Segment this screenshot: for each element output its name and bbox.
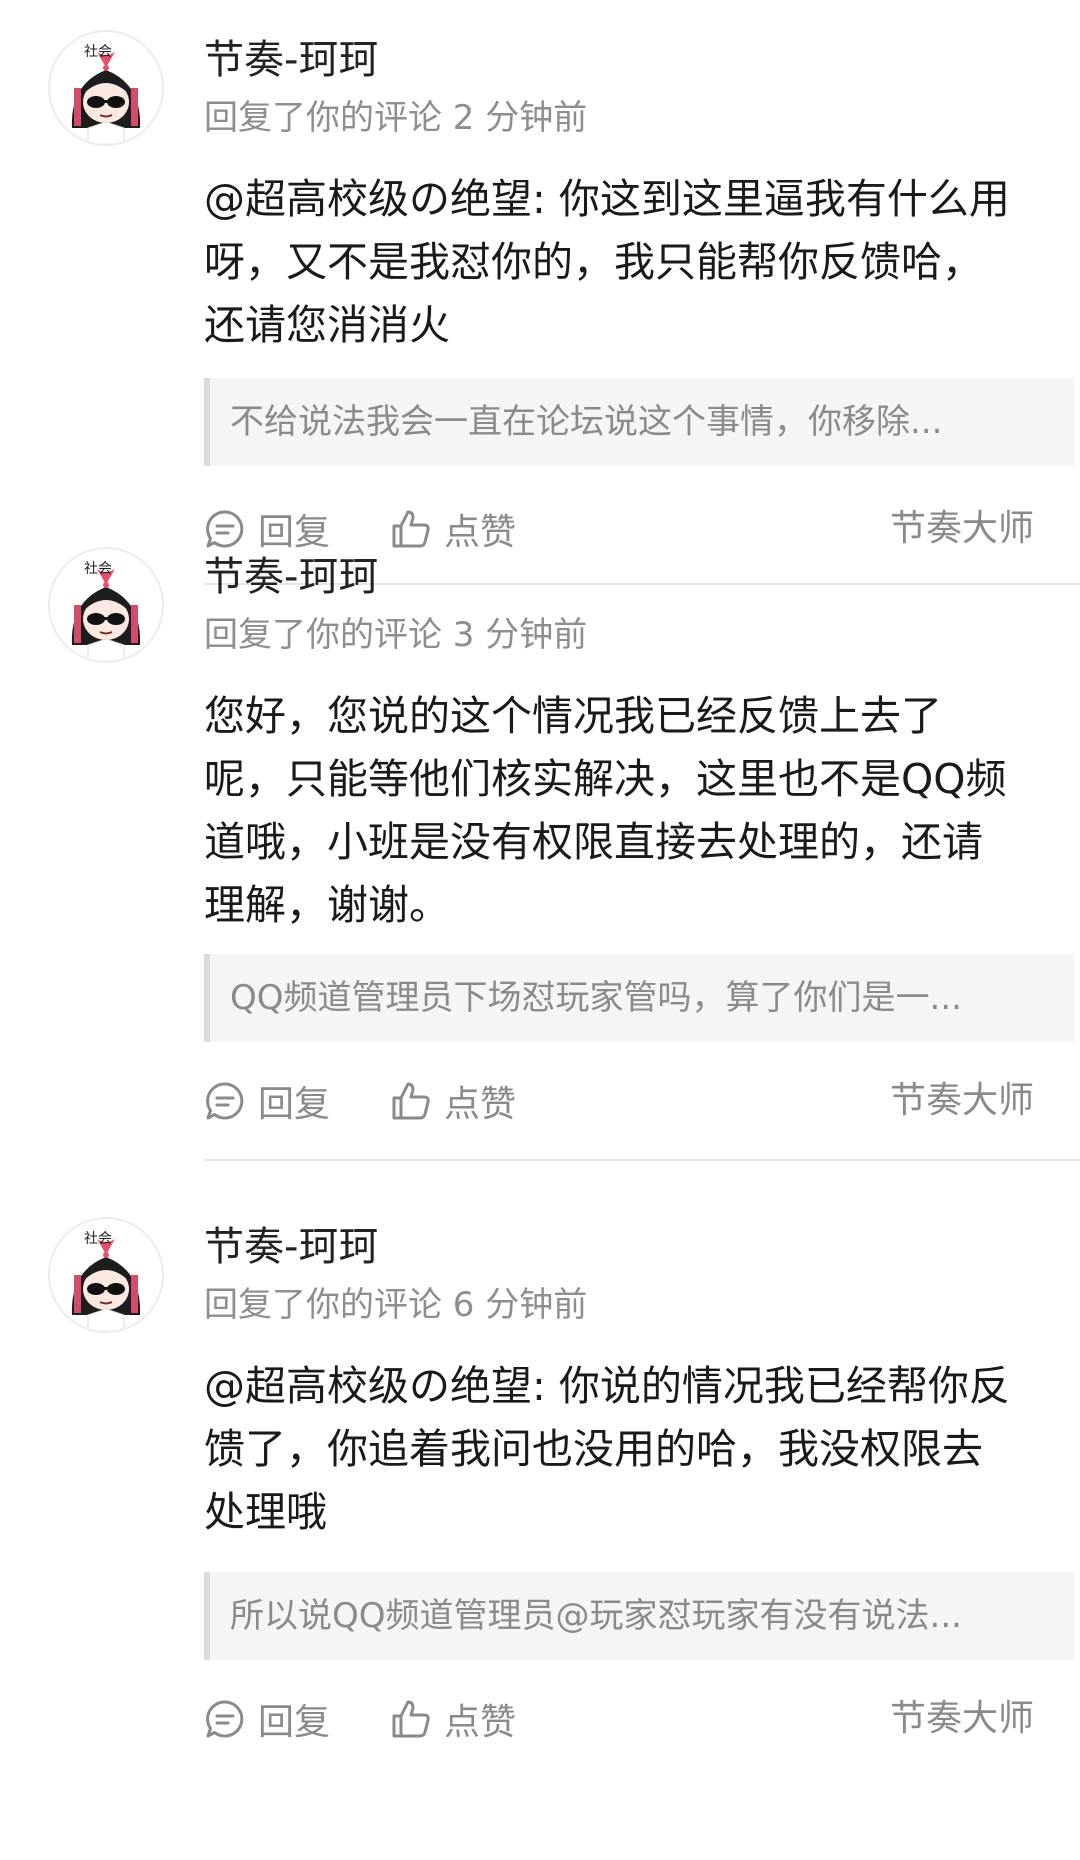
comment-bubble-icon [206,1082,244,1120]
like-button[interactable]: 点赞 [390,1075,516,1127]
comment-body-line: @超高校级の绝望: 你说的情况我已经帮你反 [204,1362,1010,1410]
comment-body: @超高校级の绝望: 你这到这里逼我有什么用 呀，又不是我怼你的，我只能帮你反馈哈… [204,168,1034,357]
like-label: 点赞 [444,1702,517,1743]
comment-meta: 回复了你的评论 3 分钟前 [204,615,588,655]
avatar[interactable]: 社会 [48,30,164,146]
avatar-badge-text: 社会 [84,1231,112,1247]
comment-username[interactable]: 节奏-珂珂 [204,551,378,603]
comment-body-line: 馈了，你追着我问也没用的哈，我没权限去 [204,1425,983,1473]
reply-label: 回复 [258,1084,331,1125]
comment-body-line: 理解，谢谢。 [204,881,450,929]
notification-feed: 社会 节奏-珂珂 回复了你的评论 2 分钟前 @超高校级の绝望: 你这到这里逼我… [0,0,1080,1743]
comment-actions: 回复 点赞 节奏大师 [204,1693,1034,1745]
reply-button[interactable]: 回复 [204,1693,330,1745]
comment-username[interactable]: 节奏-珂珂 [204,1221,378,1273]
reply-button[interactable]: 回复 [204,1075,330,1127]
comment-username[interactable]: 节奏-珂珂 [204,34,378,86]
comment-meta: 回复了你的评论 2 分钟前 [204,98,588,138]
comment-bubble-icon [206,1700,244,1738]
comment-body-line: 呀，又不是我怼你的，我只能帮你反馈哈， [204,238,983,286]
reply-label: 回复 [258,1702,331,1743]
comment-body-line: 道哦，小班是没有权限直接去处理的，还请 [204,818,983,866]
quoted-comment[interactable]: 不给说法我会一直在论坛说这个事情，你移除... [204,378,1074,466]
quoted-comment[interactable]: QQ频道管理员下场怼玩家管吗，算了你们是一... [204,954,1074,1042]
source-label[interactable]: 节奏大师 [890,1075,1034,1127]
comment-body-line: @超高校级の绝望: 你这到这里逼我有什么用 [204,175,1010,223]
source-label[interactable]: 节奏大师 [890,1693,1034,1745]
comment-body-line: 您好，您说的这个情况我已经反馈上去了 [204,692,942,740]
comment-body-line: 呢，只能等他们核实解决，这里也不是QQ频 [204,755,1007,803]
comment-body: 您好，您说的这个情况我已经反馈上去了 呢，只能等他们核实解决，这里也不是QQ频 … [204,685,1034,937]
divider [204,1159,1080,1161]
comment-meta: 回复了你的评论 6 分钟前 [204,1285,588,1325]
like-button[interactable]: 点赞 [390,1693,516,1745]
comment-body-line: 处理哦 [204,1488,327,1536]
comment-body-line: 还请您消消火 [204,301,450,349]
thumbs-up-icon [392,1082,430,1120]
comment-item: 社会 节奏-珂珂 回复了你的评论 3 分钟前 您好，您说的这个情况我已经反馈上去… [0,517,1080,1190]
avatar[interactable]: 社会 [48,547,164,663]
quoted-comment[interactable]: 所以说QQ频道管理员@玩家怼玩家有没有说法... [204,1572,1074,1660]
avatar-badge-text: 社会 [84,561,112,577]
avatar-badge-text: 社会 [84,44,112,60]
thumbs-up-icon [392,1700,430,1738]
comment-body: @超高校级の绝望: 你说的情况我已经帮你反 馈了，你追着我问也没用的哈，我没权限… [204,1355,1034,1544]
avatar[interactable]: 社会 [48,1217,164,1333]
comment-item: 社会 节奏-珂珂 回复了你的评论 6 分钟前 @超高校级の绝望: 你说的情况我已… [0,1187,1080,1860]
like-label: 点赞 [444,1084,517,1125]
comment-actions: 回复 点赞 节奏大师 [204,1075,1034,1127]
